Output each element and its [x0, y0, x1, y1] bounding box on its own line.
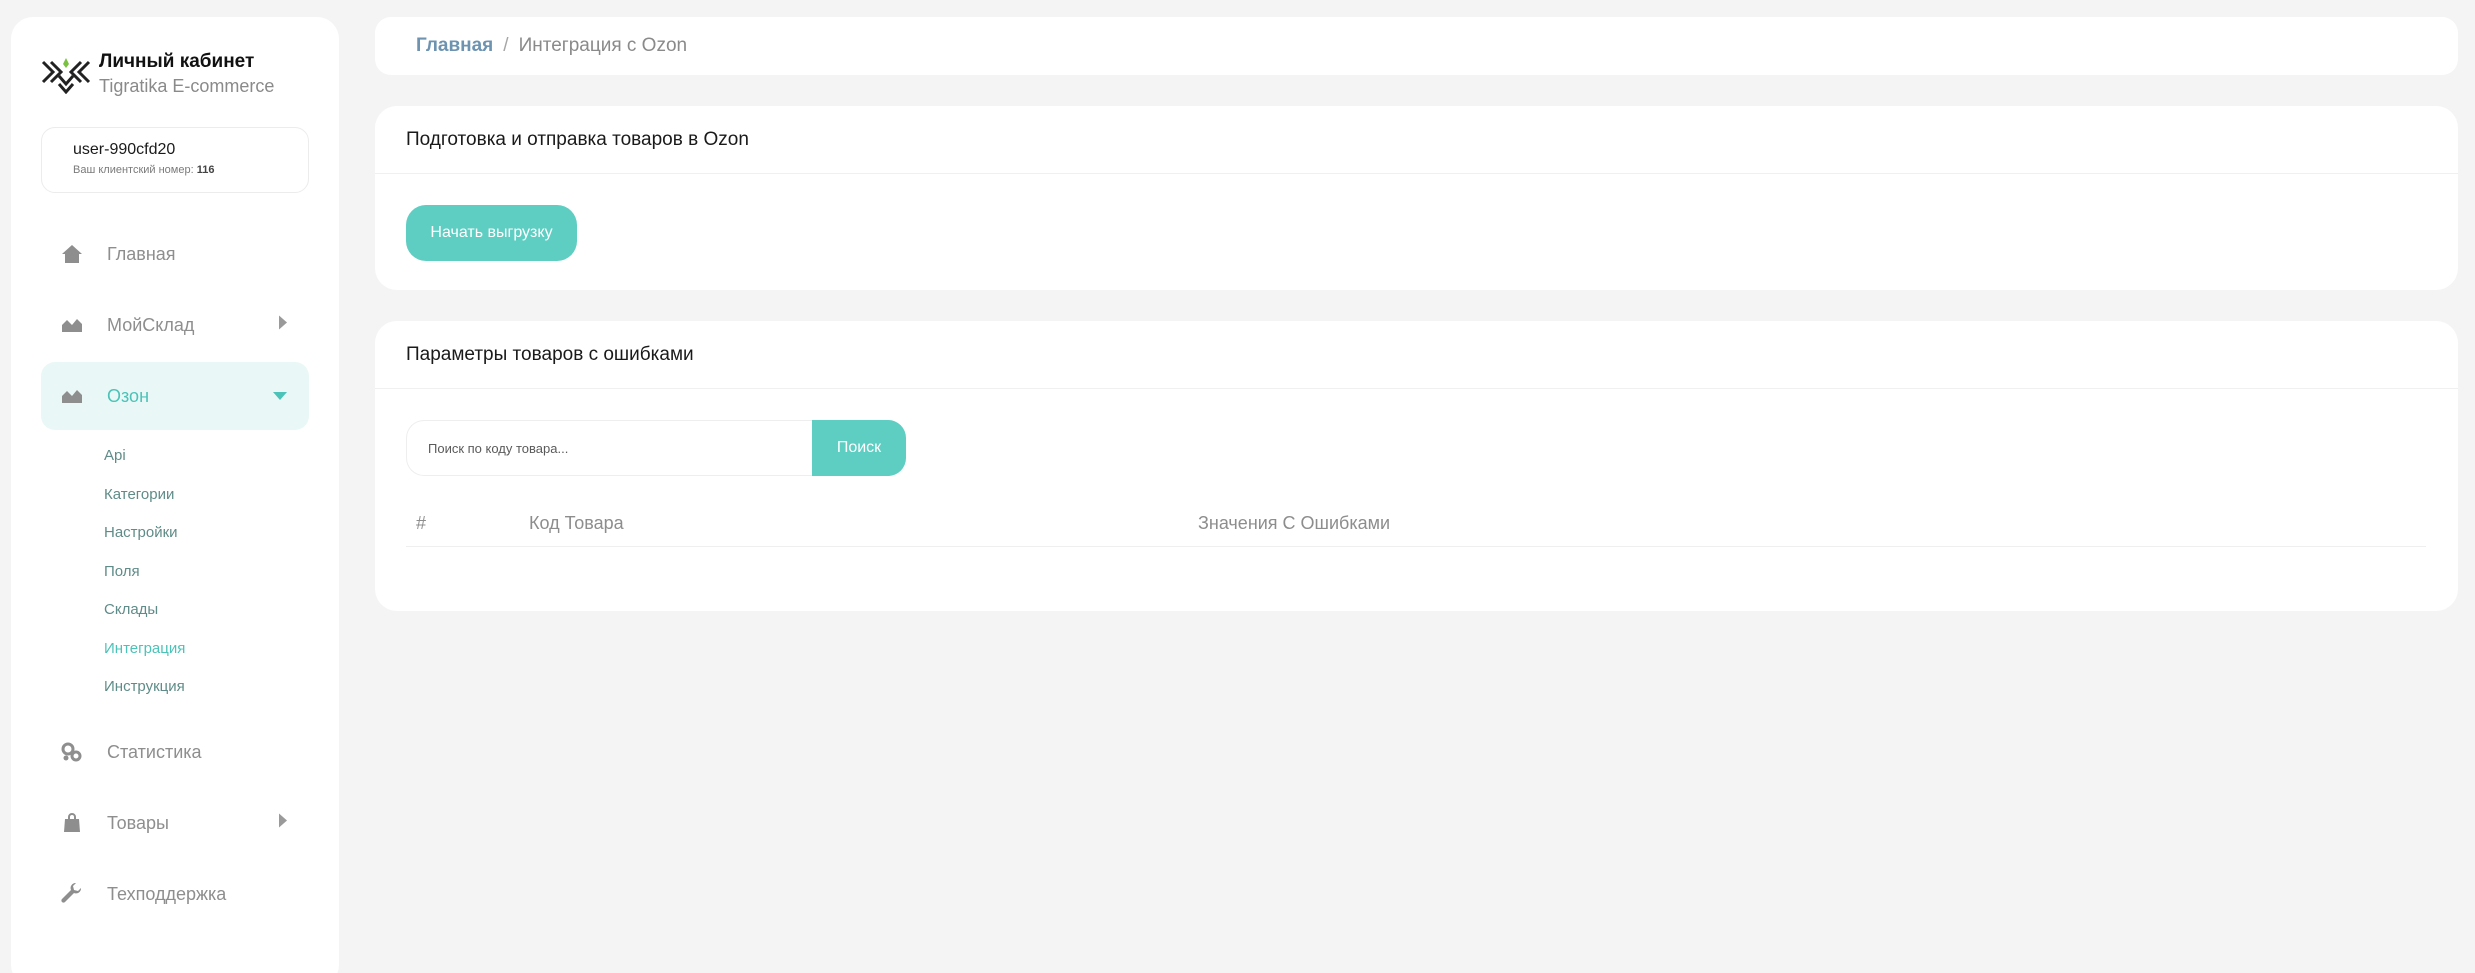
upload-card: Подготовка и отправка товаров в Ozon Нач…	[375, 106, 2458, 290]
client-number-value: 116	[196, 164, 215, 176]
chevron-right-icon	[279, 315, 287, 335]
tigratika-logo-icon	[41, 58, 91, 94]
sidebar-item-moysklad[interactable]: МойСклад	[41, 291, 309, 359]
errors-card-title: Параметры товаров с ошибками	[375, 321, 2458, 389]
sidebar-item-home[interactable]: Главная	[41, 220, 309, 288]
chart-icon	[61, 385, 83, 407]
breadcrumb-current: Интеграция с Ozon	[518, 35, 688, 56]
errors-card: Параметры товаров с ошибками Поиск # Код…	[375, 321, 2458, 611]
column-header-product-code: Код Товара	[529, 513, 624, 533]
errors-table-header: # Код Товара Значения С Ошибками	[406, 503, 2426, 547]
sidebar-item-label: Главная	[107, 243, 176, 264]
wrench-icon	[61, 883, 83, 905]
search-button[interactable]: Поиск	[812, 420, 906, 476]
client-number: Ваш клиентский номер: 116	[73, 164, 308, 176]
breadcrumb-separator: /	[503, 35, 509, 56]
sidebar-item-ozon[interactable]: Озон	[41, 362, 309, 430]
chevron-right-icon	[279, 813, 287, 833]
sidebar-item-label: Товары	[107, 812, 169, 833]
sidebar-item-label: Статистика	[107, 741, 202, 762]
column-header-error-values: Значения С Ошибками	[1198, 513, 1391, 533]
sidebar-item-statistics[interactable]: Статистика	[41, 718, 309, 786]
search-input[interactable]	[406, 420, 812, 476]
bag-icon	[61, 812, 83, 834]
ozon-sub-item-categories[interactable]: Категории	[104, 486, 174, 503]
sidebar: Личный кабинет Tigratika E-commerce user…	[11, 17, 339, 973]
home-icon	[61, 243, 83, 265]
cogs-icon	[61, 741, 83, 763]
sidebar-item-label: Техподдержка	[107, 883, 227, 904]
upload-card-title: Подготовка и отправка товаров в Ozon	[375, 106, 2458, 174]
search-bar: Поиск	[406, 420, 906, 476]
ozon-sub-item-integration[interactable]: Интеграция	[104, 640, 185, 657]
user-card[interactable]: user-990cfd20 Ваш клиентский номер: 116	[41, 127, 309, 193]
ozon-sub-item-settings[interactable]: Настройки	[104, 524, 178, 541]
ozon-sub-item-instruction[interactable]: Инструкция	[104, 678, 185, 695]
brand-subtitle: Tigratika E-commerce	[99, 76, 275, 96]
brand-title: Личный кабинет	[99, 51, 255, 72]
breadcrumb-home-link[interactable]: Главная	[416, 35, 493, 57]
ozon-sub-item-fields[interactable]: Поля	[104, 563, 140, 580]
chart-icon	[61, 314, 83, 336]
brand[interactable]: Личный кабинет Tigratika E-commerce	[41, 50, 274, 98]
sidebar-item-products[interactable]: Товары	[41, 789, 309, 857]
start-upload-button[interactable]: Начать выгрузку	[406, 205, 577, 261]
ozon-sub-item-api[interactable]: Api	[104, 447, 126, 464]
breadcrumb: Главная / Интеграция с Ozon	[375, 17, 2458, 75]
chevron-down-icon	[273, 387, 287, 405]
column-header-index: #	[416, 513, 427, 533]
ozon-sub-item-warehouses[interactable]: Склады	[104, 601, 158, 618]
sidebar-item-label: МойСклад	[107, 314, 195, 335]
user-name: user-990cfd20	[73, 141, 176, 158]
sidebar-item-label: Озон	[107, 385, 150, 406]
sidebar-item-support[interactable]: Техподдержка	[41, 860, 309, 928]
client-number-label: Ваш клиентский номер:	[73, 164, 194, 176]
